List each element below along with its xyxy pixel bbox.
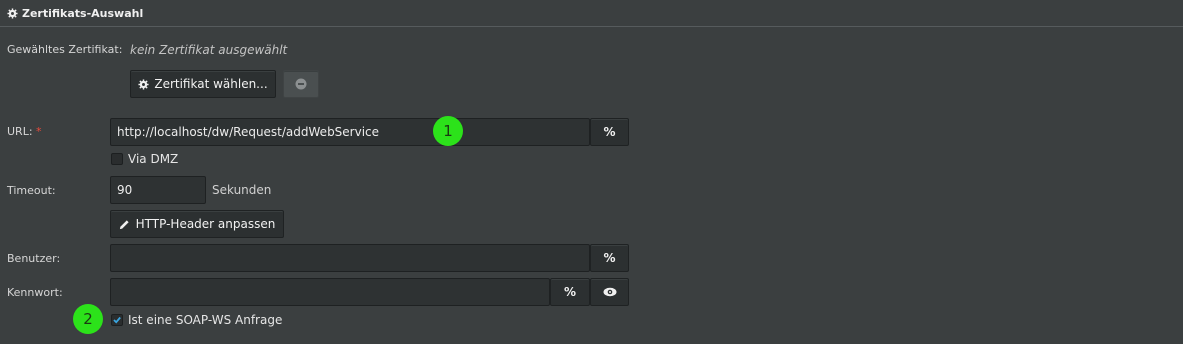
timeout-unit: Sekunden (212, 183, 272, 197)
via-dmz-label: Via DMZ (128, 152, 179, 166)
timeout-value: 90 (117, 183, 133, 197)
via-dmz-checkbox[interactable] (111, 153, 123, 165)
required-mark: * (36, 125, 42, 138)
minus-circle-icon (295, 78, 307, 90)
user-input[interactable] (110, 244, 590, 272)
certificate-label: Gewähltes Zertifikat: (7, 43, 123, 56)
remove-certificate-button[interactable] (283, 70, 319, 98)
percent-icon: % (603, 125, 616, 139)
choose-certificate-button[interactable]: Zertifikat wählen... (130, 70, 276, 98)
choose-certificate-label: Zertifikat wählen... (154, 77, 268, 91)
percent-icon: % (563, 285, 577, 299)
password-label: Kennwort: (7, 286, 63, 299)
http-header-label: HTTP-Header anpassen (135, 217, 276, 231)
url-label: URL: * (7, 125, 42, 138)
checkmark-icon (113, 316, 121, 324)
pencil-icon (119, 219, 129, 229)
gear-icon (138, 78, 149, 90)
user-label: Benutzer: (7, 252, 61, 265)
timeout-input[interactable]: 90 (110, 176, 206, 204)
show-password-button[interactable] (590, 278, 629, 306)
url-placeholder-button[interactable]: % (590, 118, 629, 146)
soap-label: Ist eine SOAP-WS Anfrage (128, 313, 283, 327)
gear-icon (7, 8, 18, 19)
certificate-value: kein Zertifikat ausgewählt (130, 43, 288, 57)
section-header: Zertifikats-Auswahl (0, 0, 1183, 27)
url-input[interactable]: http://localhost/dw/Request/addWebServic… (110, 118, 590, 146)
password-input[interactable] (110, 278, 550, 306)
annotation-badge-1: 1 (433, 116, 463, 146)
password-placeholder-button[interactable]: % (550, 278, 590, 306)
http-header-button[interactable]: HTTP-Header anpassen (110, 210, 284, 238)
section-title: Zertifikats-Auswahl (22, 7, 144, 20)
user-placeholder-button[interactable]: % (590, 244, 629, 272)
timeout-label: Timeout: (7, 184, 56, 197)
annotation-badge-2: 2 (73, 304, 103, 334)
eye-icon (603, 287, 616, 297)
percent-icon: % (603, 251, 616, 265)
soap-checkbox[interactable] (111, 314, 123, 326)
url-input-value: http://localhost/dw/Request/addWebServic… (117, 125, 380, 139)
